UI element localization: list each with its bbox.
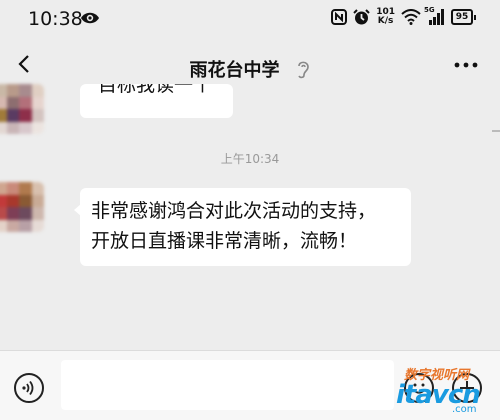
- bubble-tail: [74, 204, 81, 216]
- chat-header: 雨花台中学: [0, 42, 500, 92]
- scroll-indicator: [492, 130, 500, 132]
- sender-avatar[interactable]: [0, 182, 44, 232]
- status-icons: 101 K/s 5G 95: [331, 6, 476, 26]
- eye-icon: [81, 12, 99, 24]
- message-bubble[interactable]: 非常感谢鸿合对此次活动的支持， 开放日直播课非常清晰，流畅！: [74, 188, 411, 266]
- message-text: 目标我读一个: [98, 84, 213, 96]
- more-options-icon[interactable]: [454, 62, 478, 68]
- status-bar: 10:38 101 K/s 5G 95: [0, 0, 500, 36]
- watermark-logo: 数字视听网 itavcn .com: [396, 362, 500, 419]
- earpiece-mode-icon: [297, 61, 309, 79]
- message-input[interactable]: [61, 360, 394, 410]
- voice-icon: [22, 380, 34, 396]
- status-time: 10:38: [28, 8, 83, 30]
- chat-title-wrap: 雨花台中学: [0, 56, 500, 82]
- chat-message-list[interactable]: 目标我读一个 上午10:34 非常感谢鸿合对此次活动的支持， 开放日直播课非常清…: [0, 84, 500, 350]
- nfc-icon: [331, 9, 348, 25]
- message-text: 非常感谢鸿合对此次活动的支持， 开放日直播课非常清晰，流畅！: [91, 200, 377, 252]
- network-speed-unit: K/s: [377, 16, 394, 26]
- alarm-icon: [353, 8, 370, 24]
- battery-level: 95: [451, 9, 473, 25]
- sender-avatar[interactable]: [0, 84, 44, 134]
- cellular-signal: 5G: [424, 6, 445, 25]
- battery-tip: [474, 14, 476, 20]
- voice-input-button[interactable]: [14, 373, 44, 403]
- battery-indicator: 95: [451, 9, 476, 25]
- chat-title[interactable]: 雨花台中学: [189, 60, 279, 81]
- message-bubble[interactable]: 目标我读一个: [80, 84, 233, 118]
- wifi-icon: [401, 9, 421, 25]
- cellular-signal-icon: [429, 9, 444, 25]
- watermark-domain: .com: [452, 404, 477, 415]
- network-speed: 101 K/s: [376, 8, 395, 26]
- message-timestamp: 上午10:34: [220, 152, 280, 166]
